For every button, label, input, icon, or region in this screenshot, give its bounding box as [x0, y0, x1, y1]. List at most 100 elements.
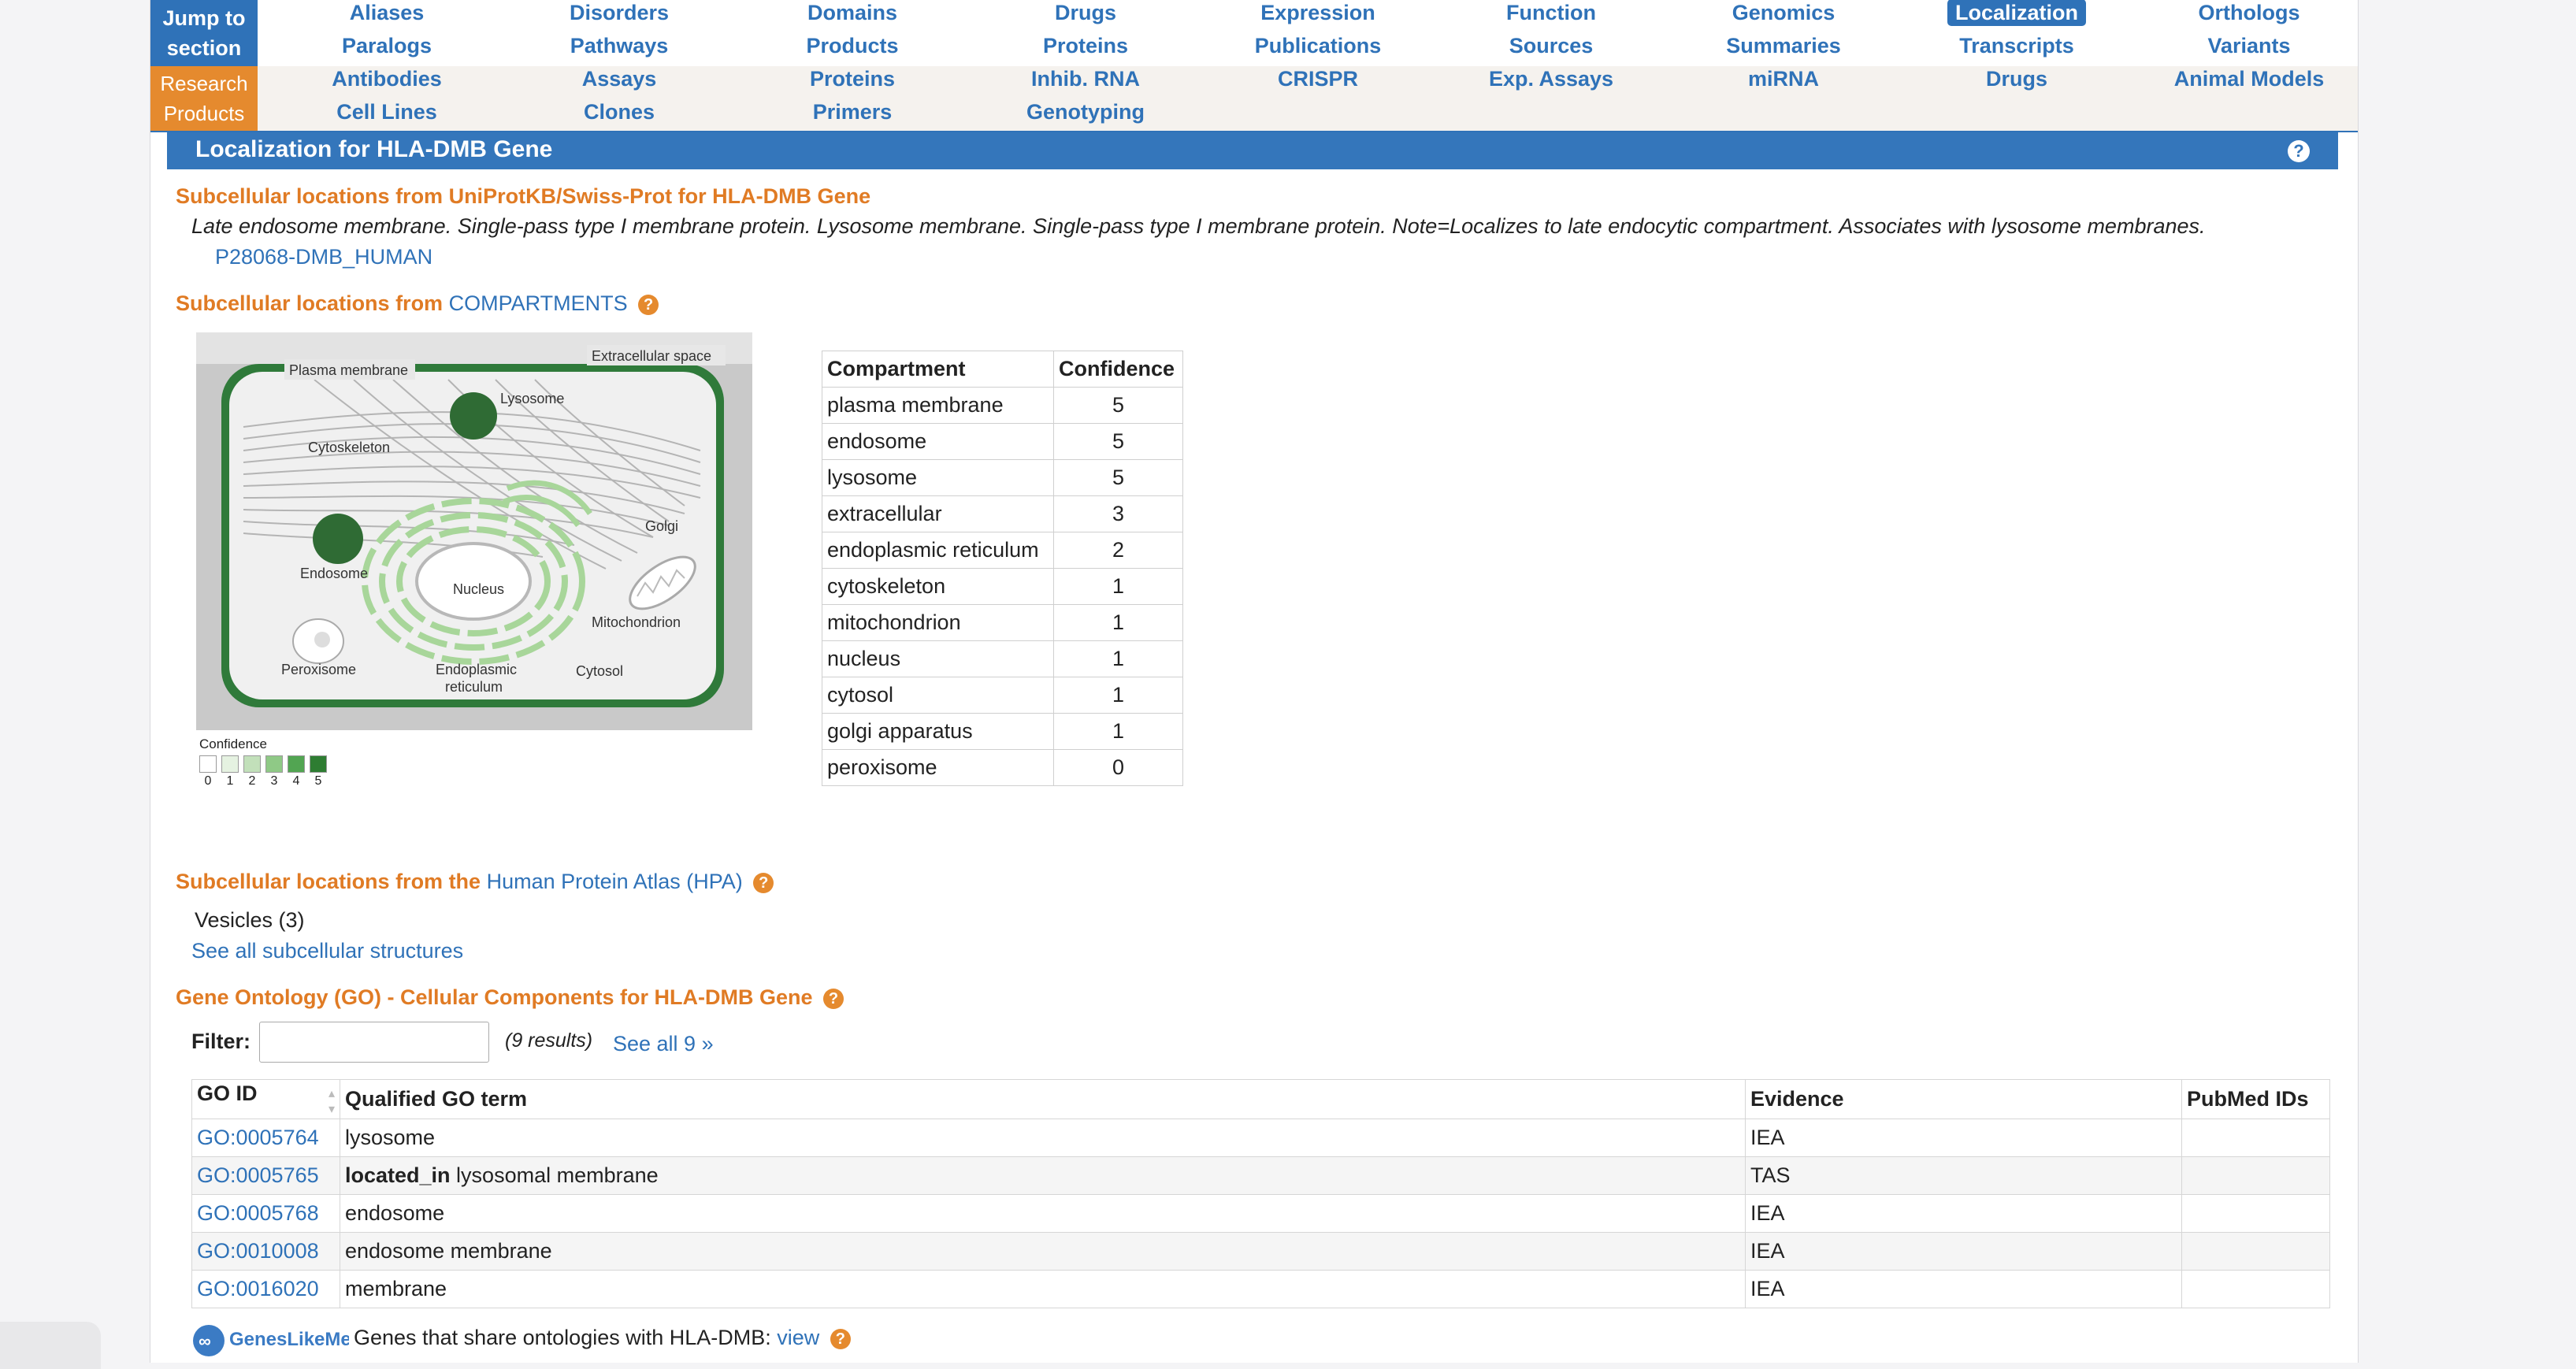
- jump-link-variants[interactable]: Variants: [2132, 33, 2366, 58]
- legend-swatch: [243, 755, 261, 773]
- confidence-legend: Confidence 012345: [199, 736, 357, 790]
- go-term-text: membrane: [345, 1277, 447, 1300]
- jump-link-publications[interactable]: Publications: [1201, 33, 1435, 58]
- jump-link-clones[interactable]: Clones: [503, 99, 736, 124]
- go-pubmed: [2181, 1232, 2330, 1271]
- compartment-row: nucleus 1: [822, 640, 1183, 677]
- jump-link-label: Paralogs: [341, 34, 432, 58]
- compartment-confidence: 1: [1053, 713, 1183, 750]
- jump-link-label: Function: [1506, 1, 1596, 24]
- compartments-link[interactable]: COMPARTMENTS: [449, 291, 628, 315]
- compartment-row: plasma membrane 5: [822, 387, 1183, 424]
- go-table-row: GO:0016020 membrane IEA: [191, 1270, 2330, 1308]
- geneslikeme-view-link[interactable]: view: [777, 1326, 819, 1349]
- go-id-link[interactable]: GO:0005764: [197, 1126, 319, 1149]
- jump-link-proteins[interactable]: Proteins: [736, 66, 969, 91]
- compartment-confidence: 3: [1053, 495, 1183, 532]
- jump-link-assays[interactable]: Assays: [503, 66, 736, 91]
- label-extracellular: Extracellular space: [592, 348, 711, 364]
- compartment-name: cytosol: [822, 677, 1054, 714]
- jump-link-label: miRNA: [1747, 67, 1819, 91]
- jump-link-orthologs[interactable]: Orthologs: [2132, 0, 2366, 25]
- go-table-row: GO:0005765 located_in lysosomal membrane T…: [191, 1156, 2330, 1195]
- jump-link-primers[interactable]: Primers: [736, 99, 969, 124]
- jump-link-animal-models[interactable]: Animal Models: [2132, 66, 2366, 91]
- compartment-name: plasma membrane: [822, 387, 1054, 424]
- jump-link-label: Inhib. RNA: [1031, 67, 1140, 91]
- legend-value: 3: [270, 774, 278, 788]
- jump-link-antibodies[interactable]: Antibodies: [270, 66, 503, 91]
- legend-value: 0: [204, 774, 212, 788]
- jump-link-cell-lines[interactable]: Cell Lines: [270, 99, 503, 124]
- go-evidence-header: Evidence: [1745, 1079, 2182, 1119]
- jump-link-crispr[interactable]: CRISPR: [1201, 66, 1435, 91]
- go-id-header[interactable]: GO ID ▴ ▾: [191, 1079, 340, 1119]
- jump-link-sources[interactable]: Sources: [1435, 33, 1668, 58]
- jump-link-transcripts[interactable]: Transcripts: [1900, 33, 2133, 58]
- compartment-confidence: 5: [1053, 459, 1183, 496]
- legend-value: 4: [292, 774, 300, 788]
- jump-link-expression[interactable]: Expression: [1201, 0, 1435, 25]
- jump-link-genomics[interactable]: Genomics: [1667, 0, 1900, 25]
- go-id-link[interactable]: GO:0010008: [197, 1239, 319, 1263]
- sort-icon[interactable]: ▴ ▾: [328, 1086, 335, 1118]
- jump-link-paralogs[interactable]: Paralogs: [270, 33, 503, 58]
- go-id-cell: GO:0005768: [191, 1194, 340, 1233]
- go-pubmed: [2181, 1270, 2330, 1308]
- geneslikeme-row: Genes that share ontologies with HLA-DMB…: [354, 1326, 851, 1350]
- label-plasma-membrane: Plasma membrane: [289, 362, 408, 378]
- jump-link-disorders[interactable]: Disorders: [503, 0, 736, 25]
- jump-link-label: Animal Models: [2173, 67, 2325, 91]
- legend-swatch: [310, 755, 327, 773]
- jump-link-genotyping[interactable]: Genotyping: [969, 99, 1202, 124]
- go-id-link[interactable]: GO:0016020: [197, 1277, 319, 1300]
- label-golgi: Golgi: [645, 518, 678, 534]
- go-term-cell: endosome membrane: [340, 1232, 1746, 1271]
- jump-link-summaries[interactable]: Summaries: [1667, 33, 1900, 58]
- go-id-link[interactable]: GO:0005765: [197, 1163, 319, 1187]
- compartment-confidence: 1: [1053, 677, 1183, 714]
- jump-link-label: Aliases: [349, 1, 425, 24]
- go-evidence: TAS: [1745, 1156, 2182, 1195]
- label-peroxisome: Peroxisome: [281, 662, 356, 677]
- hpa-help-icon[interactable]: ?: [753, 872, 774, 893]
- jump-link-proteins[interactable]: Proteins: [969, 33, 1202, 58]
- go-filter-input[interactable]: [259, 1022, 489, 1063]
- jump-link-function[interactable]: Function: [1435, 0, 1668, 25]
- uniprot-location-text: Late endosome membrane. Single-pass type…: [191, 214, 2206, 238]
- jump-link-aliases[interactable]: Aliases: [270, 0, 503, 25]
- jump-link-label: Domains: [807, 1, 898, 24]
- jump-link-pathways[interactable]: Pathways: [503, 33, 736, 58]
- geneslikeme-logo-text: GenesLikeMe: [229, 1329, 349, 1350]
- jump-link-exp-assays[interactable]: Exp. Assays: [1435, 66, 1668, 91]
- jump-link-label: Primers: [812, 100, 893, 124]
- jump-row-sections: Jump to section Aliases Paralogs Disorders…: [150, 0, 2358, 68]
- go-help-icon[interactable]: ?: [823, 988, 844, 1009]
- geneslikeme-help-icon[interactable]: ?: [830, 1328, 851, 1349]
- see-all-subcellular-link[interactable]: See all subcellular structures: [191, 939, 463, 963]
- jump-link-mirna[interactable]: miRNA: [1667, 66, 1900, 91]
- jump-link-localization[interactable]: Localization: [1900, 0, 2133, 26]
- go-id-link[interactable]: GO:0005768: [197, 1201, 319, 1225]
- jump-link-label: Sources: [1509, 34, 1594, 58]
- jump-link-inhib-rna[interactable]: Inhib. RNA: [969, 66, 1202, 91]
- help-icon[interactable]: ?: [2288, 140, 2310, 162]
- compartment-confidence: 5: [1053, 423, 1183, 460]
- jump-link-products[interactable]: Products: [736, 33, 969, 58]
- legend-swatch: [221, 755, 239, 773]
- go-id-header-label: GO ID: [197, 1081, 258, 1105]
- go-term-text: lysosomal membrane: [450, 1163, 659, 1187]
- compartment-confidence: 2: [1053, 532, 1183, 569]
- jump-link-drugs[interactable]: Drugs: [969, 0, 1202, 25]
- floating-tab[interactable]: [0, 1322, 101, 1369]
- uniprot-accession-link[interactable]: P28068-DMB_HUMAN: [215, 245, 432, 269]
- compartment-name: golgi apparatus: [822, 713, 1054, 750]
- hpa-link[interactable]: Human Protein Atlas (HPA): [487, 870, 743, 893]
- jump-link-domains[interactable]: Domains: [736, 0, 969, 25]
- see-all-go-link[interactable]: See all 9 »: [613, 1032, 714, 1056]
- jump-link-drugs[interactable]: Drugs: [1900, 66, 2133, 91]
- jump-link-label: Localization: [1947, 0, 2086, 26]
- geneslikeme-logo[interactable]: ∞ GenesLikeMe: [191, 1322, 349, 1360]
- jump-nav: Jump to section Aliases Paralogs Disorders…: [150, 0, 2358, 132]
- compartments-help-icon[interactable]: ?: [638, 294, 659, 315]
